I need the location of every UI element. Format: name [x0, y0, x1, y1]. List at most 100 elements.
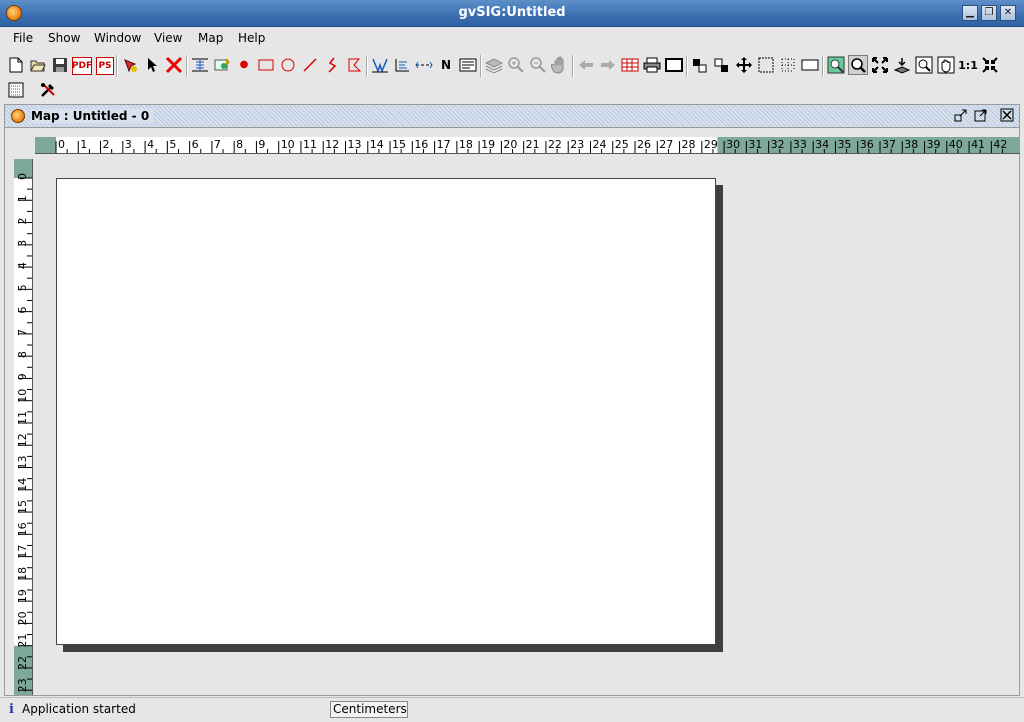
- frame-close-button[interactable]: [999, 108, 1015, 124]
- vertical-ruler: 0 1 2 3 4 5 6 7 8 9 10 11 12 13 14 15 16 17 18 19 20 21 22 23: [14, 159, 33, 695]
- ruler-label: 7: [214, 138, 221, 151]
- polyline-icon[interactable]: [322, 55, 342, 75]
- map-properties-icon[interactable]: [6, 80, 26, 100]
- zoom-layer-icon[interactable]: [892, 55, 912, 75]
- ruler-label: 3: [125, 138, 132, 151]
- ruler-label: 15: [16, 500, 29, 514]
- window-title: gvSIG:Untitled: [458, 5, 566, 20]
- ruler-label: 15: [392, 138, 406, 151]
- zoom-out-icon[interactable]: [528, 55, 548, 75]
- ungroup-icon[interactable]: [712, 55, 732, 75]
- insert-text-icon[interactable]: [458, 55, 478, 75]
- main-toolbar: PDF PS ● N 1:1: [0, 52, 1024, 80]
- ruler-label: 1: [80, 138, 87, 151]
- menu-window[interactable]: Window: [94, 31, 141, 45]
- rectangle-icon[interactable]: [256, 55, 276, 75]
- menu-help[interactable]: Help: [238, 31, 265, 45]
- move-icon[interactable]: [734, 55, 754, 75]
- menu-show[interactable]: Show: [48, 31, 80, 45]
- ruler-label: 16: [16, 522, 29, 536]
- title-bar: gvSIG:Untitled ▁ ❐ ✕: [0, 0, 1024, 27]
- ruler-label: 20: [16, 611, 29, 625]
- print-icon[interactable]: [642, 55, 662, 75]
- ruler-label: 35: [837, 138, 851, 151]
- insert-view-icon[interactable]: [190, 55, 210, 75]
- north-arrow-icon[interactable]: N: [436, 55, 456, 75]
- previous-icon[interactable]: [576, 55, 596, 75]
- ruler-label: 19: [16, 589, 29, 603]
- toolbar-separator: [822, 55, 824, 77]
- ruler-label: 17: [437, 138, 451, 151]
- menu-file[interactable]: File: [13, 31, 33, 45]
- insert-legend-icon[interactable]: [392, 55, 412, 75]
- ruler-label: 12: [16, 433, 29, 447]
- zoom-in-icon[interactable]: [506, 55, 526, 75]
- ruler-label: 31: [748, 138, 762, 151]
- ruler-label: 10: [281, 138, 295, 151]
- ruler-label: 32: [771, 138, 785, 151]
- real-scale-icon[interactable]: 1:1: [958, 55, 978, 75]
- ruler-label: 42: [993, 138, 1007, 151]
- ruler-label: 21: [16, 634, 29, 648]
- menu-view[interactable]: View: [154, 31, 182, 45]
- export-pdf-icon[interactable]: PDF: [72, 57, 92, 75]
- ruler-label: 39: [927, 138, 941, 151]
- ruler-label: 27: [659, 138, 673, 151]
- map-frame-title: Map : Untitled - 0: [31, 109, 154, 123]
- ruler-label: 13: [16, 456, 29, 470]
- insert-scale-icon[interactable]: [370, 55, 390, 75]
- map-frame-titlebar[interactable]: Map : Untitled - 0: [5, 105, 1019, 128]
- polygon-icon[interactable]: [344, 55, 364, 75]
- zoom-select-icon[interactable]: [848, 55, 868, 75]
- border-icon[interactable]: [800, 55, 820, 75]
- minimize-button[interactable]: ▁: [962, 5, 978, 21]
- layers-icon[interactable]: [484, 55, 504, 75]
- grid-icon[interactable]: [778, 55, 798, 75]
- group-icon[interactable]: [690, 55, 710, 75]
- ruler-label: 38: [904, 138, 918, 151]
- zoom-rect-icon[interactable]: [914, 55, 934, 75]
- ruler-label: 34: [815, 138, 829, 151]
- frame-minimize-button[interactable]: [953, 108, 969, 124]
- pan-view-icon[interactable]: [936, 55, 956, 75]
- open-icon[interactable]: [28, 55, 48, 75]
- insert-scalebar-icon[interactable]: [414, 55, 434, 75]
- ruler-label: 2: [16, 218, 29, 225]
- view-zoom-icon[interactable]: [826, 55, 846, 75]
- line-icon[interactable]: [300, 55, 320, 75]
- select-rectangle-icon[interactable]: [756, 55, 776, 75]
- ruler-label: 30: [726, 138, 740, 151]
- insert-image-icon[interactable]: [212, 55, 232, 75]
- point-icon[interactable]: ●: [234, 55, 254, 75]
- new-icon[interactable]: [6, 55, 26, 75]
- frame-maximize-button[interactable]: [973, 108, 989, 124]
- ruler-label: 24: [592, 138, 606, 151]
- layout-page[interactable]: [56, 178, 716, 645]
- toolbar-separator: [480, 55, 482, 77]
- close-button[interactable]: ✕: [1000, 5, 1016, 21]
- ruler-label: 11: [16, 411, 29, 425]
- pan-icon[interactable]: [550, 55, 570, 75]
- next-icon[interactable]: [598, 55, 618, 75]
- save-icon[interactable]: [50, 55, 70, 75]
- ruler-label: 36: [860, 138, 874, 151]
- select-pointer-icon[interactable]: [142, 55, 162, 75]
- ruler-label: 41: [971, 138, 985, 151]
- ruler-label: 14: [370, 138, 384, 151]
- export-ps-icon[interactable]: PS: [96, 57, 114, 75]
- delete-icon[interactable]: [164, 55, 184, 75]
- add-layer-icon[interactable]: [120, 55, 140, 75]
- tools-icon[interactable]: [38, 80, 58, 100]
- circle-icon[interactable]: [278, 55, 298, 75]
- table-icon[interactable]: [620, 55, 640, 75]
- full-extent-icon[interactable]: [870, 55, 890, 75]
- maximize-button[interactable]: ❐: [981, 5, 997, 21]
- zoom-fit-icon[interactable]: [980, 55, 1000, 75]
- status-message: Application started: [22, 702, 136, 716]
- menu-map[interactable]: Map: [198, 31, 223, 45]
- ruler-label: 18: [459, 138, 473, 151]
- toolbar-separator: [366, 55, 368, 77]
- ruler-label: 29: [704, 138, 718, 151]
- toolbar-separator: [572, 55, 574, 77]
- page-setup-icon[interactable]: [664, 55, 684, 75]
